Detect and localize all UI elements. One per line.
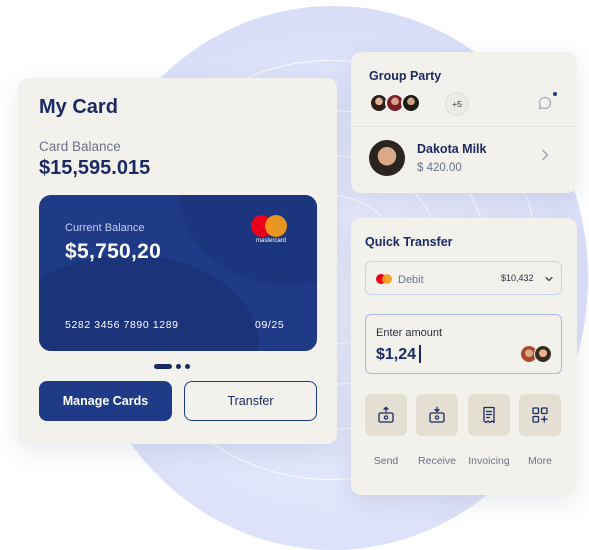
group-party-panel: Group Party +5 Dakota Milk $ 420.00: [351, 52, 577, 193]
invoicing-button[interactable]: [468, 394, 510, 436]
my-card-panel: My Card Card Balance $15,595.015 Current…: [18, 78, 337, 444]
more-members-badge[interactable]: +5: [445, 92, 469, 116]
divider: [351, 126, 577, 127]
avatar[interactable]: [534, 345, 552, 363]
avatar: [401, 93, 421, 113]
chevron-right-icon[interactable]: [540, 149, 550, 161]
receive-icon: [429, 406, 445, 423]
mastercard-logo-icon: [376, 274, 394, 284]
action-label-more: More: [528, 455, 552, 467]
chevron-down-icon: [545, 276, 553, 282]
credit-card[interactable]: Current Balance $5,750,20 mastercard 528…: [39, 195, 317, 351]
card-balance-label: Card Balance: [39, 139, 121, 154]
mastercard-logo-icon: mastercard: [251, 215, 291, 245]
contact-amount: $ 420.00: [417, 162, 462, 174]
card-balance-value: $15,595.015: [39, 157, 151, 179]
card-number: 5282 3456 7890 1289: [65, 319, 179, 331]
mastercard-wordmark: mastercard: [255, 238, 286, 244]
card-expiry: 09/25: [255, 319, 285, 331]
text-cursor: [419, 345, 421, 363]
amount-input[interactable]: Enter amount $1,24: [365, 314, 562, 374]
transfer-button[interactable]: Transfer: [184, 381, 317, 421]
select-value: Debit: [398, 274, 424, 286]
receive-button[interactable]: [416, 394, 458, 436]
carousel-pagination: [154, 364, 190, 370]
manage-cards-button[interactable]: Manage Cards: [39, 381, 172, 421]
source-account-select[interactable]: Debit $10,432: [365, 261, 562, 295]
current-balance-label: Current Balance: [65, 222, 145, 234]
send-icon: [378, 406, 394, 423]
chat-icon[interactable]: [538, 96, 552, 110]
pagination-dot[interactable]: [185, 364, 190, 369]
current-balance-value: $5,750,20: [65, 240, 162, 263]
panel-title: My Card: [39, 96, 118, 118]
notification-dot: [553, 92, 557, 96]
contact-name[interactable]: Dakota Milk: [417, 142, 486, 156]
quick-transfer-panel: Quick Transfer Debit $10,432 Enter amoun…: [351, 218, 577, 495]
amount-label: Enter amount: [376, 327, 443, 339]
account-balance: $10,432: [501, 273, 534, 283]
panel-title: Group Party: [369, 69, 442, 83]
pagination-dot[interactable]: [176, 364, 181, 369]
send-button[interactable]: [365, 394, 407, 436]
more-button[interactable]: [519, 394, 561, 436]
amount-value[interactable]: $1,24: [376, 346, 416, 364]
action-label-receive: Receive: [418, 455, 456, 467]
panel-title: Quick Transfer: [365, 235, 453, 249]
card-decoration: [39, 255, 259, 351]
pagination-dot-active[interactable]: [154, 364, 172, 369]
avatar: [369, 140, 405, 176]
member-avatars: [369, 93, 421, 113]
grid-plus-icon: [532, 407, 548, 423]
invoice-icon: [483, 406, 495, 424]
